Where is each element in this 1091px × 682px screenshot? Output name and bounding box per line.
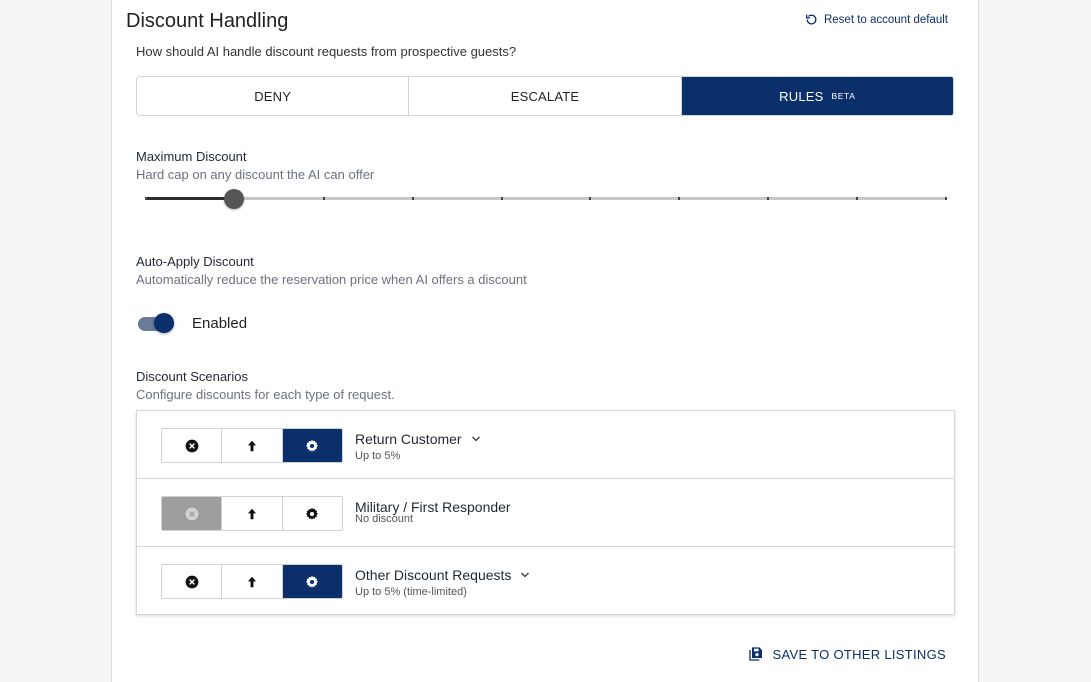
scenarios-label: Discount Scenarios [136, 369, 248, 384]
escalate-action-button[interactable] [222, 497, 283, 530]
mode-rules-button[interactable]: RULES BETA [681, 77, 953, 115]
arrow-up-icon [247, 508, 257, 519]
auto-apply-label: Auto-Apply Discount [136, 254, 254, 269]
scenarios-list: Return Customer Up to 5% Military / Firs… [136, 410, 955, 615]
auto-apply-description: Automatically reduce the reservation pri… [136, 272, 527, 287]
escalate-action-button[interactable] [222, 429, 283, 462]
slider-step-mark [945, 197, 947, 200]
configure-action-button[interactable] [282, 497, 342, 530]
reset-icon [805, 14, 817, 25]
cancel-circle-icon [185, 575, 199, 588]
slider-step-mark [589, 197, 592, 200]
scenario-action-group [161, 564, 343, 599]
configure-action-button[interactable] [282, 429, 342, 462]
scenario-action-group [161, 428, 343, 463]
max-discount-description: Hard cap on any discount the AI can offe… [136, 167, 375, 182]
discount-handling-card: Discount Handling Reset to account defau… [111, 0, 979, 682]
scenario-name: Return Customer [355, 431, 462, 447]
beta-badge: BETA [831, 91, 856, 101]
slider-thumb[interactable] [224, 189, 244, 209]
configure-action-button[interactable] [282, 565, 342, 598]
gear-icon [306, 439, 319, 452]
arrow-up-icon [247, 440, 257, 451]
mode-label: DENY [254, 88, 292, 104]
scenario-row-return-customer: Return Customer Up to 5% [137, 411, 954, 479]
slider-step-mark [767, 197, 770, 200]
scenario-title: Other Discount Requests [355, 567, 531, 583]
save-to-other-listings-button[interactable]: SAVE TO OTHER LISTINGS [748, 646, 946, 662]
scenario-subtitle: Up to 5% (time-limited) [355, 586, 467, 598]
auto-apply-toggle-row: Enabled [138, 312, 247, 334]
scenarios-description: Configure discounts for each type of req… [136, 387, 395, 402]
gear-icon [306, 507, 319, 520]
chevron-down-icon[interactable] [519, 569, 531, 581]
gear-icon [306, 575, 319, 588]
mode-label: ESCALATE [510, 88, 580, 104]
slider-step-mark [500, 197, 503, 200]
save-label: SAVE TO OTHER LISTINGS [772, 646, 946, 662]
arrow-up-icon [247, 576, 257, 587]
deny-action-button[interactable] [162, 565, 223, 598]
max-discount-label: Maximum Discount [136, 149, 247, 164]
toggle-label: Enabled [192, 314, 248, 332]
mode-label: RULES [779, 88, 824, 104]
toggle-knob [154, 313, 174, 333]
page-title: Discount Handling [126, 10, 289, 32]
chevron-down-icon[interactable] [470, 433, 482, 445]
cancel-circle-icon [185, 439, 199, 452]
reset-label: Reset to account default [823, 13, 948, 26]
cancel-circle-icon [185, 507, 199, 520]
scenario-row-military: Military / First Responder No discount [137, 479, 954, 547]
scenario-action-group [161, 496, 343, 531]
slider-step-mark [322, 197, 325, 200]
scenario-subtitle: Up to 5% [355, 450, 401, 462]
slider-step-mark [145, 197, 147, 200]
mode-escalate-button[interactable]: ESCALATE [409, 77, 682, 115]
save-copy-icon [748, 647, 762, 661]
slider-step-mark [411, 197, 414, 200]
max-discount-slider[interactable] [145, 188, 947, 210]
mode-deny-button[interactable]: DENY [137, 77, 410, 115]
auto-apply-toggle[interactable] [138, 312, 176, 334]
deny-action-button[interactable] [162, 497, 223, 530]
slider-step-mark [678, 197, 681, 200]
handling-question: How should AI handle discount requests f… [136, 44, 517, 59]
slider-track [146, 197, 234, 200]
scenario-title: Return Customer [355, 431, 482, 447]
slider-step-mark [856, 197, 859, 200]
slider-rail [146, 197, 946, 200]
reset-button[interactable]: Reset to account default [805, 13, 948, 26]
scenario-name: Other Discount Requests [355, 567, 512, 583]
scenario-subtitle: No discount [355, 513, 414, 525]
deny-action-button[interactable] [162, 429, 223, 462]
mode-selector: DENY ESCALATE RULES BETA [136, 76, 954, 116]
scenario-row-other: Other Discount Requests Up to 5% (time-l… [137, 547, 954, 615]
escalate-action-button[interactable] [222, 565, 283, 598]
